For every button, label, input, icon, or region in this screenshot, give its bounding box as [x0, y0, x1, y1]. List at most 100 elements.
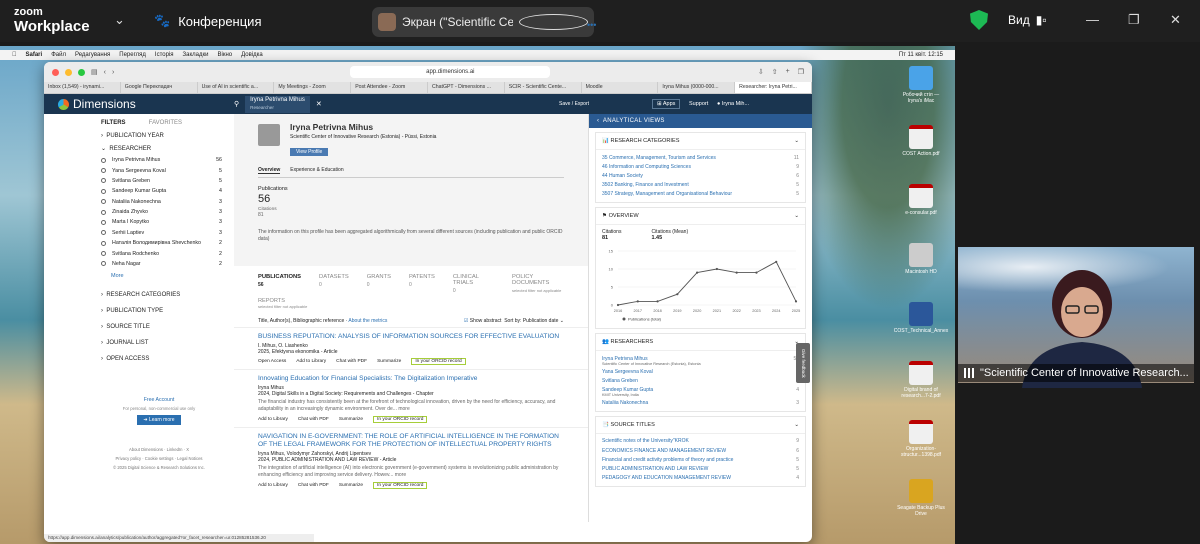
menu-help[interactable]: Довідка — [241, 52, 263, 58]
menu-bookmarks[interactable]: Закладки — [183, 52, 209, 58]
desktop-icon[interactable]: Digital brand of research...7-2.pdf — [896, 361, 946, 410]
filter-section[interactable]: › PUBLICATION TYPE — [44, 303, 234, 319]
radio-icon[interactable] — [101, 199, 106, 205]
researcher-filter-item[interactable]: Svitlana Greben 5 — [44, 176, 234, 186]
analytics-row[interactable]: Nataliia Nakonechna 3 — [596, 399, 805, 408]
browser-tab[interactable]: My Meetings - Zoom — [274, 82, 352, 93]
radio-icon[interactable] — [101, 219, 106, 225]
radio-icon[interactable] — [101, 261, 106, 267]
menu-history[interactable]: Історія — [155, 52, 174, 58]
radio-icon[interactable] — [101, 240, 106, 246]
result-tab[interactable]: DATASETS 0 — [319, 274, 349, 294]
analytics-row[interactable]: 3507 Strategy, Management and Organisati… — [596, 190, 805, 199]
view-button[interactable]: Вид ▮▫ — [1008, 13, 1047, 27]
analytical-views-header[interactable]: ‹ ANALYTICAL VIEWS — [589, 114, 812, 128]
browser-tab[interactable]: Post Attendee - Zoom — [351, 82, 428, 93]
analytics-row[interactable]: Iryna Petrivna Mihus Scientific Center of… — [596, 354, 805, 367]
zoom-window-icon[interactable] — [78, 68, 85, 76]
learn-more-button[interactable]: ➜ Learn more — [137, 415, 181, 426]
search-icon[interactable]: ⚲ — [234, 100, 239, 108]
section-header[interactable]: ⚑ OVERVIEW ⌄ — [596, 208, 805, 225]
footer-links[interactable]: About Dimensions · LinkedIn · X — [84, 445, 234, 454]
article-action-button[interactable]: In your ORCID record — [411, 358, 466, 365]
article-title[interactable]: BUSINESS REPUTATION: ANALYSIS OF INFORMA… — [258, 333, 564, 341]
researcher-filter-item[interactable]: Iryna Petrivna Mihus 56 — [44, 155, 234, 165]
researcher-chip[interactable]: Iryna Petrivna Mihus Researcher — [245, 95, 310, 113]
analytics-row[interactable]: Sandeep Kumar Gupta KMIT University, Indi… — [596, 386, 805, 399]
chevron-down-icon[interactable]: ⌄ — [794, 422, 799, 428]
radio-icon[interactable] — [101, 178, 106, 184]
browser-tab[interactable]: Iryna Mihus (0000-000... — [658, 82, 736, 93]
researcher-filter-item[interactable]: Sandeep Kumar Gupta 4 — [44, 186, 234, 196]
article-action-button[interactable]: Add to Library — [258, 417, 288, 422]
minimize-window-icon[interactable] — [65, 68, 72, 76]
researcher-filter-item[interactable]: Yana Sergeevna Koval 5 — [44, 165, 234, 175]
search-bar[interactable]: ⚲ Iryna Petrivna Mihus Researcher ✕ — [234, 95, 322, 113]
researcher-filter-item[interactable]: Zinaida Zhyvko 3 — [44, 207, 234, 217]
more-options-icon[interactable]: ••• — [519, 14, 596, 30]
sort-dropdown[interactable]: Sort by: Publication date — [504, 318, 558, 324]
analytics-row[interactable]: 44 Human Society 6 — [596, 171, 805, 180]
user-menu[interactable]: ● Iryna Mih... — [717, 101, 749, 107]
researcher-filter-item[interactable]: Nataliia Nakonechna 3 — [44, 197, 234, 207]
analytics-row[interactable]: Yana Sergeevna Koval5 — [596, 367, 805, 376]
article-action-button[interactable]: Add to Library — [296, 359, 326, 364]
forward-icon[interactable]: › — [112, 69, 114, 76]
radio-icon[interactable] — [101, 230, 106, 236]
support-link[interactable]: Support — [689, 101, 708, 107]
chevron-down-icon[interactable]: ⌄ — [794, 213, 799, 219]
radio-icon[interactable] — [101, 251, 106, 257]
menu-safari[interactable]: Safari — [26, 52, 43, 58]
article-action-button[interactable]: In your ORCID record — [373, 416, 428, 423]
apple-icon[interactable]:  — [12, 52, 17, 58]
filter-researcher[interactable]: ⌄ RESEARCHER — [44, 142, 234, 155]
article-action-button[interactable]: Add to Library — [258, 483, 288, 488]
article-action-button[interactable]: Summarize — [339, 417, 363, 422]
article-action-button[interactable]: Chat with PDF — [336, 359, 367, 364]
menu-file[interactable]: Файл — [51, 52, 66, 58]
article-action-button[interactable]: Chat with PDF — [298, 417, 329, 422]
desktop-icon[interactable]: COST Action.pdf — [896, 125, 946, 174]
save-export-button[interactable]: Save / Export — [559, 101, 589, 107]
desktop-icon[interactable]: Macintosh HD — [896, 243, 946, 292]
analytics-row[interactable]: Scientific notes of the University"KROK 9 — [596, 437, 805, 446]
section-header[interactable]: 👥 RESEARCHERS ⌄ — [596, 334, 805, 351]
researcher-filter-item[interactable]: Neha Nagar 2 — [44, 259, 234, 269]
section-header[interactable]: 📊 RESEARCH CATEGORIES ⌄ — [596, 133, 805, 150]
result-tab[interactable]: POLICY DOCUMENTS selected filter not appl… — [512, 274, 564, 294]
new-tab-icon[interactable]: + — [786, 68, 790, 76]
tab-favorites[interactable]: FAVORITES — [149, 120, 182, 126]
browser-tab[interactable]: Use of AI in scientific a... — [198, 82, 275, 93]
view-profile-button[interactable]: View Profile — [290, 148, 329, 156]
tab-reports[interactable]: REPORTS selected filter not applicable — [234, 294, 588, 309]
result-tab[interactable]: PUBLICATIONS 56 — [258, 274, 301, 294]
desktop-icon[interactable]: e-consular.pdf — [896, 184, 946, 233]
address-bar[interactable]: app.dimensions.ai — [350, 66, 551, 78]
article-action-button[interactable]: Summarize — [339, 483, 363, 488]
tab-filters[interactable]: FILTERS — [101, 120, 126, 126]
desktop-icon[interactable]: Seagate Backup Plus Drive — [896, 479, 946, 528]
analytics-row[interactable]: 3502 Banking, Finance and Investment 5 — [596, 181, 805, 190]
browser-tab[interactable]: ChatGPT - Dimensions ... — [428, 82, 505, 93]
article-action-button[interactable]: Open Access — [258, 359, 286, 364]
back-icon[interactable]: ‹ — [104, 69, 106, 76]
desktop-icon[interactable]: Робочий стіл — Iryna's iMac — [896, 66, 946, 115]
tab-experience[interactable]: Experience & Education — [290, 167, 343, 174]
browser-tab[interactable]: Inbox (1,549) - irynami... — [44, 82, 121, 93]
chevron-down-icon[interactable]: ⌄ — [114, 12, 125, 28]
security-shield-icon[interactable] — [970, 10, 988, 30]
desktop-icon[interactable]: COST_Technical_Annex — [894, 302, 948, 351]
result-tab[interactable]: CLINICAL TRIALS 0 — [453, 274, 494, 294]
menu-window[interactable]: Вікно — [217, 52, 232, 58]
filter-section[interactable]: › OPEN ACCESS — [44, 351, 234, 367]
close-window-icon[interactable] — [52, 68, 59, 76]
article-action-button[interactable]: Chat with PDF — [298, 483, 329, 488]
restore-icon[interactable]: ❐ — [1128, 12, 1140, 28]
close-icon[interactable]: ✕ — [1170, 12, 1181, 28]
tab-overview-icon[interactable]: ❐ — [798, 68, 804, 76]
radio-icon[interactable] — [101, 209, 106, 215]
download-icon[interactable]: ⇩ — [758, 68, 764, 76]
desktop-icon[interactable]: Organization-structur...1398.pdf — [896, 420, 946, 469]
minimize-icon[interactable]: — — [1086, 12, 1099, 27]
meeting-info-button[interactable]: 🐾 Конференция — [154, 13, 261, 29]
